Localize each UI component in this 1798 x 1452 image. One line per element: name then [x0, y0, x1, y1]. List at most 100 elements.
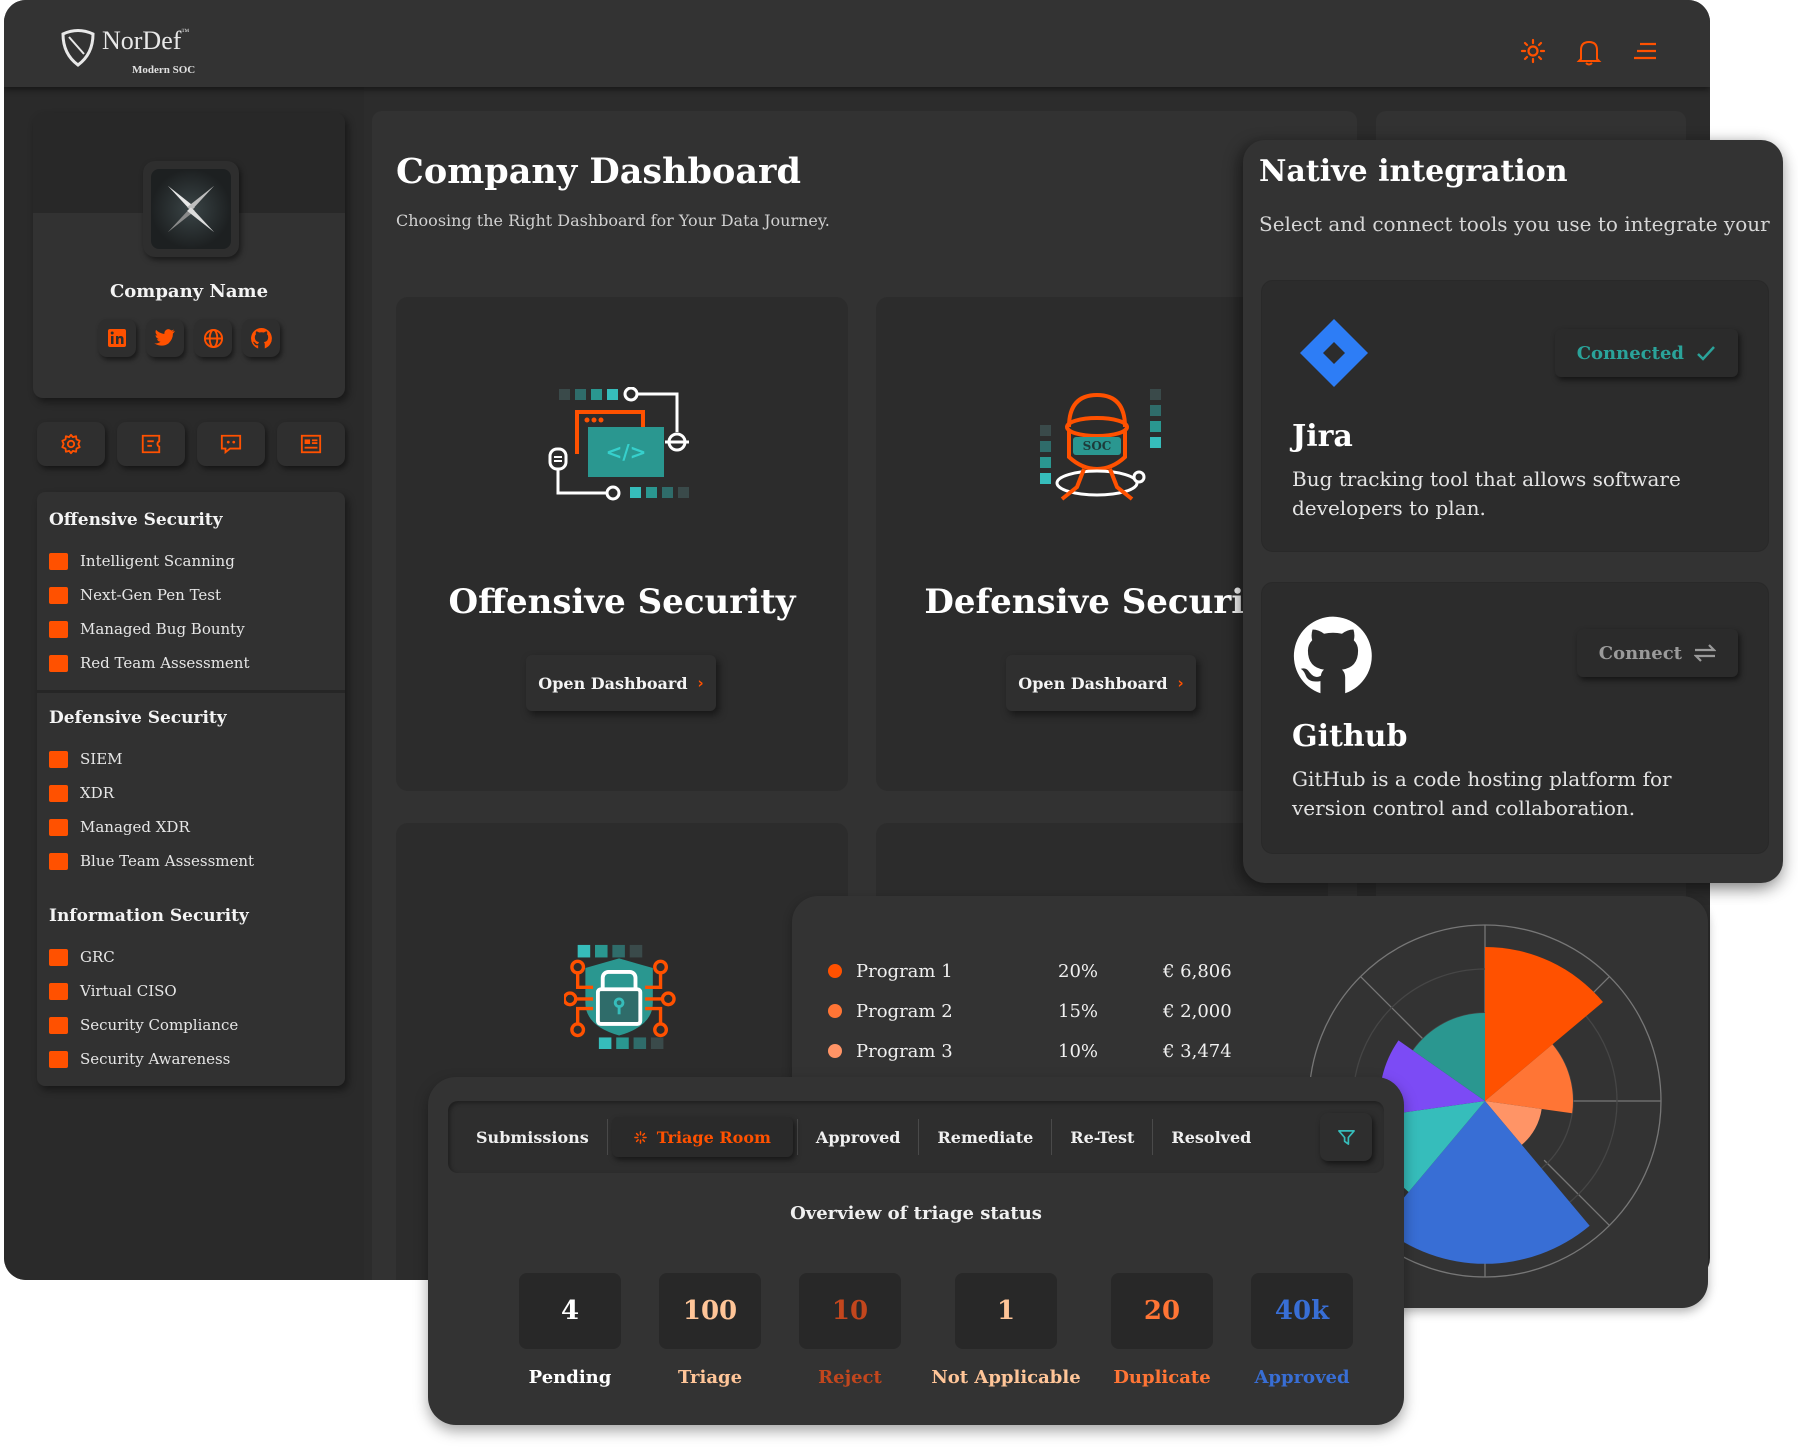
program-row[interactable]: Program 3 10% € 3,474	[828, 1036, 1232, 1066]
offensive-security-card: </> Offensive Security Open Dashboard ›	[396, 297, 848, 791]
soc-operator-icon: SOC	[1040, 389, 1161, 501]
settings-button[interactable]	[37, 422, 105, 466]
program-percent: 10%	[1058, 1040, 1099, 1062]
menu-group-information: Information Security GRC Virtual CISO Se…	[49, 906, 249, 1076]
sun-icon[interactable]	[1520, 38, 1546, 64]
square-bullet-icon	[49, 948, 68, 966]
program-amount: € 6,806	[1163, 960, 1232, 982]
menu-item[interactable]: Blue Team Assessment	[49, 844, 254, 878]
tool-name: Github	[1292, 719, 1408, 754]
brand-tagline: Modern SOC	[132, 64, 196, 76]
menu-item-label: Managed Bug Bounty	[80, 620, 245, 638]
news-icon	[300, 434, 322, 454]
menu-item[interactable]: Managed XDR	[49, 810, 254, 844]
news-button[interactable]	[277, 422, 345, 466]
menu-item-label: SIEM	[80, 750, 123, 768]
menu-group-offensive: Offensive Security Intelligent Scanning …	[49, 510, 249, 680]
brand-logo[interactable]: NorDef™ Modern SOC	[60, 28, 195, 76]
company-x-logo-icon	[167, 185, 215, 233]
program-name: Program 1	[856, 960, 953, 982]
code-window-bugs-icon: </>	[548, 387, 689, 501]
menu-group-defensive: Defensive Security SIEM XDR Managed XDR …	[49, 708, 254, 878]
bell-icon[interactable]	[1576, 38, 1602, 66]
stat-label: Pending	[528, 1367, 612, 1388]
square-bullet-icon	[49, 620, 68, 638]
ticket-icon	[141, 434, 161, 454]
button-label: Open Dashboard	[538, 673, 688, 693]
program-row[interactable]: Program 1 20% € 6,806	[828, 956, 1232, 986]
filter-icon	[1337, 1129, 1355, 1145]
stat-duplicate[interactable]: 20 Duplicate	[1092, 1273, 1232, 1388]
company-name: Company Name	[109, 281, 269, 302]
square-bullet-icon	[49, 654, 68, 672]
stat-value: 10	[799, 1273, 901, 1349]
menu-icon[interactable]	[1632, 38, 1658, 64]
triage-stats: 4 Pending 100 Triage 10 Reject 1 Not Applica…	[500, 1273, 1372, 1388]
page-title: Company Dashboard	[396, 151, 801, 192]
chat-icon	[220, 434, 242, 455]
stat-label: Duplicate	[1113, 1367, 1211, 1388]
top-bar: NorDef™ Modern SOC	[4, 0, 1710, 87]
menu-item[interactable]: Managed Bug Bounty	[49, 612, 249, 646]
program-row[interactable]: Program 2 15% € 2,000	[828, 996, 1232, 1026]
stat-value: 1	[955, 1273, 1057, 1349]
menu-item[interactable]: Next-Gen Pen Test	[49, 578, 249, 612]
tool-description: GitHub is a code hosting platform for ve…	[1292, 767, 1672, 820]
menu-item[interactable]: Security Compliance	[49, 1008, 249, 1042]
tab-re-test[interactable]: Re-Test	[1052, 1117, 1152, 1157]
tab-triage-room[interactable]: Triage Room	[611, 1117, 793, 1157]
linkedin-button[interactable]	[98, 319, 136, 357]
menu-item[interactable]: GRC	[49, 940, 249, 974]
menu-item[interactable]: XDR	[49, 776, 254, 810]
tab-divider	[606, 1119, 608, 1155]
jira-logo-icon	[1300, 319, 1368, 387]
open-dashboard-button[interactable]: Open Dashboard ›	[526, 655, 716, 711]
filter-button[interactable]	[1320, 1113, 1372, 1161]
website-button[interactable]	[194, 319, 232, 357]
menu-divider	[37, 690, 345, 693]
jira-connected-button[interactable]: Connected	[1554, 329, 1738, 377]
menu-item-label: Intelligent Scanning	[80, 552, 235, 570]
messages-button[interactable]	[197, 422, 265, 466]
tickets-button[interactable]	[117, 422, 185, 466]
program-color-dot	[828, 1044, 842, 1058]
stat-approved[interactable]: 40k Approved	[1232, 1273, 1372, 1388]
tab-label: Triage Room	[656, 1127, 771, 1147]
menu-item[interactable]: Virtual CISO	[49, 974, 249, 1008]
stat-triage[interactable]: 100 Triage	[640, 1273, 780, 1388]
square-bullet-icon	[49, 750, 68, 768]
menu-item-label: XDR	[80, 784, 114, 802]
services-menu: Offensive Security Intelligent Scanning …	[37, 492, 345, 1086]
integration-subtitle: Select and connect tools you use to inte…	[1259, 212, 1770, 236]
github-connect-button[interactable]: Connect	[1576, 629, 1738, 677]
svg-text:SOC: SOC	[1083, 439, 1112, 453]
button-label: Connect	[1598, 642, 1682, 664]
company-profile-card: Company Name	[33, 113, 345, 398]
twitter-button[interactable]	[146, 319, 184, 357]
open-dashboard-button[interactable]: Open Dashboard ›	[1006, 655, 1196, 711]
shield-lock-circuit-icon	[564, 944, 676, 1049]
program-name: Program 2	[856, 1000, 953, 1022]
stat-not-applicable[interactable]: 1 Not Applicable	[920, 1273, 1092, 1388]
company-avatar[interactable]	[143, 161, 239, 257]
globe-icon	[203, 328, 223, 348]
menu-item[interactable]: Intelligent Scanning	[49, 544, 249, 578]
stat-label: Not Applicable	[931, 1367, 1081, 1388]
square-bullet-icon	[49, 982, 68, 1000]
stat-reject[interactable]: 10 Reject	[780, 1273, 920, 1388]
github-profile-button[interactable]	[242, 319, 280, 357]
card-title: Offensive Security	[448, 582, 796, 622]
menu-item-label: Managed XDR	[80, 818, 190, 836]
menu-group-title: Offensive Security	[49, 510, 223, 530]
tab-approved[interactable]: Approved	[798, 1117, 919, 1157]
tab-submissions[interactable]: Submissions	[458, 1117, 607, 1157]
menu-item-label: Blue Team Assessment	[80, 852, 255, 870]
tab-resolved[interactable]: Resolved	[1153, 1117, 1269, 1157]
menu-item[interactable]: SIEM	[49, 742, 254, 776]
menu-item[interactable]: Security Awareness	[49, 1042, 249, 1076]
stat-pending[interactable]: 4 Pending	[500, 1273, 640, 1388]
menu-item[interactable]: Red Team Assessment	[49, 646, 249, 680]
svg-text:</>: </>	[606, 440, 647, 464]
tab-remediate[interactable]: Remediate	[919, 1117, 1051, 1157]
square-bullet-icon	[49, 1050, 68, 1068]
